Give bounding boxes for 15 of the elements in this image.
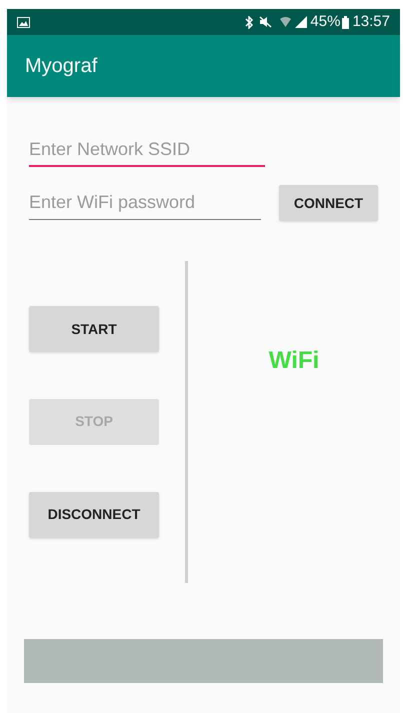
battery-percentage: 45% — [310, 12, 340, 32]
bluetooth-icon — [245, 16, 254, 28]
ssid-field[interactable]: Enter Network SSID — [29, 133, 265, 167]
connection-type-label: WiFi — [268, 346, 320, 373]
mute-icon — [259, 16, 274, 28]
disconnect-button[interactable]: DISCONNECT — [29, 492, 159, 538]
password-field[interactable]: Enter WiFi password — [29, 186, 261, 220]
battery-icon — [342, 16, 350, 28]
wifi-icon — [280, 16, 292, 28]
clock: 13:57 — [352, 12, 390, 32]
connect-button[interactable]: CONNECT — [279, 185, 378, 221]
app-title: Myograf — [25, 54, 98, 79]
start-button[interactable]: START — [29, 306, 159, 352]
image-icon — [17, 16, 30, 28]
signal-icon — [295, 16, 308, 28]
